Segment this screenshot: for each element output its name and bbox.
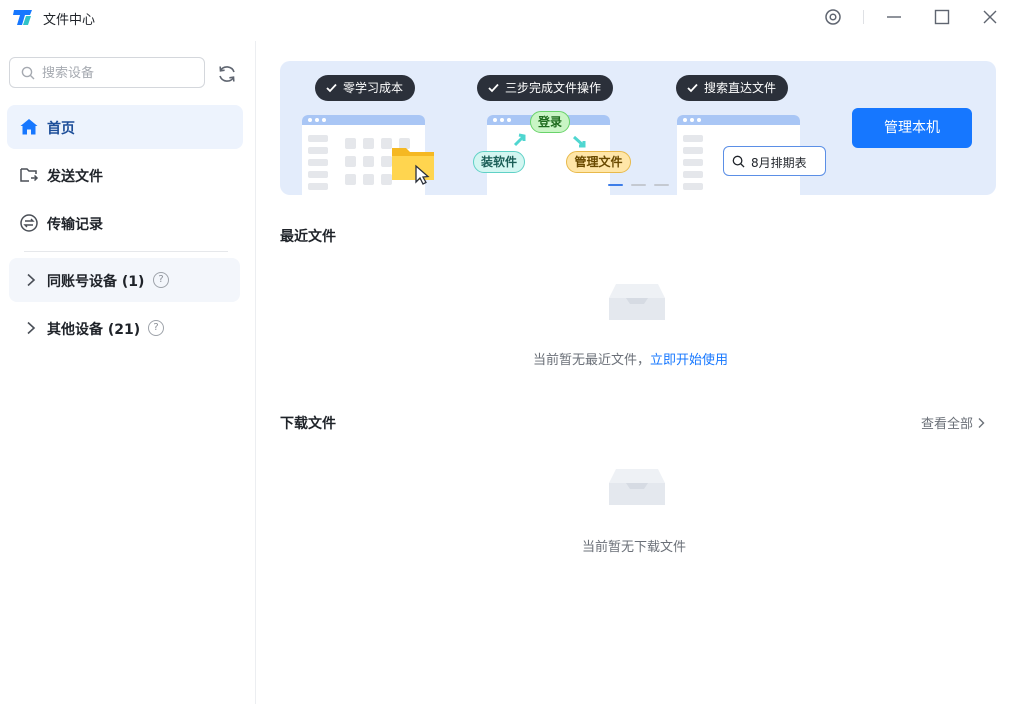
chevron-right-icon bbox=[978, 418, 985, 428]
gear-icon bbox=[825, 9, 841, 25]
device-search-box[interactable] bbox=[9, 57, 205, 88]
chevron-right-icon bbox=[27, 273, 36, 287]
title-bar: 文件中心 bbox=[0, 0, 1017, 34]
sidebar: 首页 发送文件 传输记录 同账号设备 (1) ? 其他设备 (21) ? bbox=[0, 41, 256, 704]
device-search-input[interactable] bbox=[42, 63, 192, 83]
sidebar-divider bbox=[24, 251, 228, 252]
pill-label: 零学习成本 bbox=[343, 81, 404, 95]
help-icon[interactable]: ? bbox=[153, 272, 169, 288]
tag-install: 装软件 bbox=[473, 151, 525, 173]
pill-search-direct: 搜索直达文件 bbox=[676, 75, 789, 101]
help-icon[interactable]: ? bbox=[148, 320, 164, 336]
settings-button[interactable] bbox=[821, 6, 845, 28]
manage-this-device-button[interactable]: 管理本机 bbox=[852, 108, 972, 148]
check-icon bbox=[488, 83, 499, 93]
close-icon bbox=[983, 10, 997, 24]
empty-box-icon bbox=[609, 284, 665, 320]
check-icon bbox=[687, 83, 698, 93]
banner-search-text: 8月排期表 bbox=[751, 156, 807, 170]
minimize-icon bbox=[887, 16, 901, 18]
start-using-link[interactable]: 立即开始使用 bbox=[650, 353, 728, 368]
pill-three-steps: 三步完成文件操作 bbox=[477, 75, 614, 101]
search-icon bbox=[21, 66, 35, 80]
nav-item-home[interactable]: 首页 bbox=[7, 105, 243, 149]
nav-item-transfer-history[interactable]: 传输记录 bbox=[7, 201, 243, 245]
close-button[interactable] bbox=[978, 6, 1002, 28]
titlebar-divider bbox=[863, 10, 864, 24]
nav-label-home: 首页 bbox=[47, 121, 75, 137]
pill-label: 三步完成文件操作 bbox=[505, 81, 602, 95]
banner-search-demo: 8月排期表 bbox=[723, 146, 826, 176]
window-title: 文件中心 bbox=[43, 13, 96, 28]
search-icon bbox=[732, 155, 745, 168]
minimize-button[interactable] bbox=[882, 6, 906, 28]
refresh-icon[interactable] bbox=[216, 63, 238, 85]
nav-label-send-file: 发送文件 bbox=[47, 169, 103, 185]
empty-box-icon bbox=[609, 469, 665, 505]
carousel-indicator-2[interactable] bbox=[631, 184, 646, 186]
folder-send-icon bbox=[20, 168, 39, 182]
group-other-devices[interactable]: 其他设备 (21) ? bbox=[9, 306, 240, 350]
pill-label: 搜索直达文件 bbox=[704, 81, 777, 95]
nav-label-transfer-history: 传输记录 bbox=[47, 217, 103, 233]
home-icon bbox=[20, 119, 38, 135]
recent-empty-text: 当前暂无最近文件， bbox=[533, 353, 651, 368]
check-icon bbox=[326, 83, 337, 93]
app-logo-icon bbox=[13, 10, 32, 25]
downloads-empty-text: 当前暂无下载文件 bbox=[582, 540, 687, 555]
tag-manage: 管理文件 bbox=[566, 151, 631, 173]
tag-login: 登录 bbox=[530, 111, 570, 133]
folder-icon bbox=[392, 148, 434, 185]
recent-files-title: 最近文件 bbox=[280, 229, 336, 245]
view-all-label: 查看全部 bbox=[921, 417, 974, 432]
group-label-same-account: 同账号设备 (1) bbox=[47, 274, 145, 290]
recent-empty-message: 当前暂无最近文件，立即开始使用 bbox=[533, 349, 728, 368]
downloads-title: 下载文件 bbox=[280, 416, 336, 432]
carousel-indicator-1[interactable] bbox=[608, 184, 623, 186]
view-all-link[interactable]: 查看全部 bbox=[921, 413, 985, 432]
carousel-indicator-3[interactable] bbox=[654, 184, 669, 186]
group-label-other-devices: 其他设备 (21) bbox=[47, 322, 141, 338]
maximize-button[interactable] bbox=[930, 6, 954, 28]
feature-banner[interactable]: 登录 装软件 管理文件 8月排期表 零学习成本 三步完成文件操作 搜索直达文件 … bbox=[280, 61, 996, 195]
nav-item-send-file[interactable]: 发送文件 bbox=[7, 153, 243, 197]
pill-zero-learning: 零学习成本 bbox=[315, 75, 416, 101]
group-same-account-devices[interactable]: 同账号设备 (1) ? bbox=[9, 258, 240, 302]
chevron-right-icon bbox=[27, 321, 36, 335]
maximize-icon bbox=[934, 9, 950, 25]
transfer-icon bbox=[20, 214, 38, 232]
